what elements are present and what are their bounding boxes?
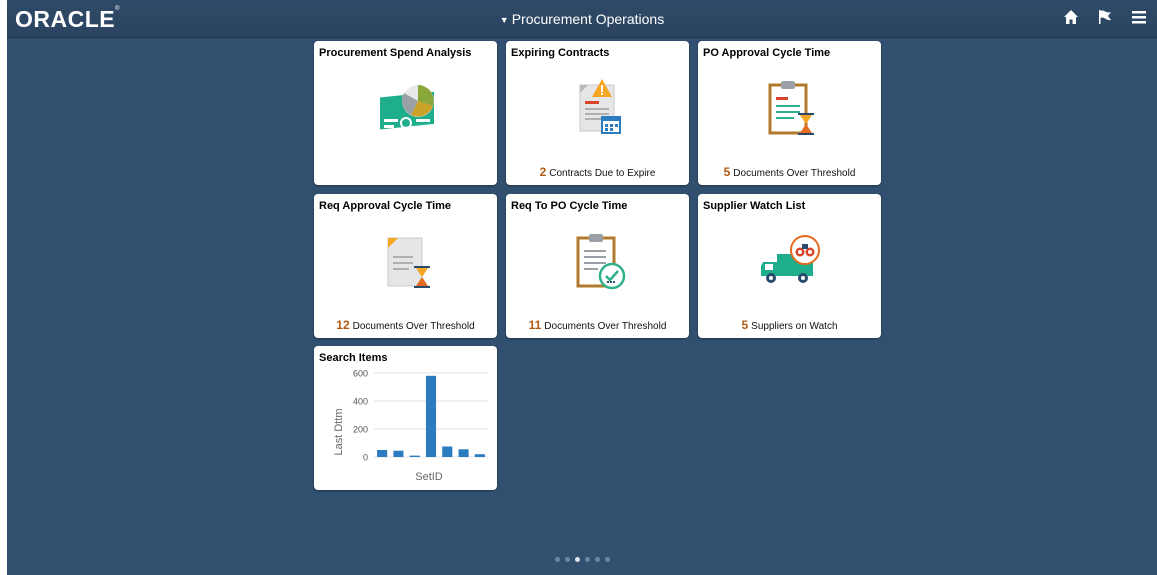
search-items-chart: 0 200 400 600 Last Dttm SetID: [314, 366, 497, 488]
clipboard-check-icon: [576, 234, 625, 290]
tile-title: Req To PO Cycle Time: [511, 200, 628, 212]
home-icon[interactable]: [1063, 9, 1079, 25]
chart-bar[interactable]: [425, 375, 437, 457]
tile-po-approval-cycle-time[interactable]: PO Approval Cycle Time 5 Documents Over T…: [698, 41, 881, 185]
tile-footer: 11 Documents Over Threshold: [528, 318, 667, 332]
page-dot[interactable]: [594, 557, 600, 562]
tile-count: 5: [741, 318, 749, 332]
tile-footer: 12 Documents Over Threshold: [336, 318, 475, 332]
chart-ytick-label: 200: [353, 425, 368, 435]
spend-chart-icon: [379, 85, 434, 130]
tile-title: Procurement Spend Analysis: [319, 47, 472, 59]
chart-bar[interactable]: [442, 446, 453, 458]
clipboard-hourglass-icon: [768, 81, 814, 135]
chart-bar[interactable]: [377, 450, 388, 457]
chart-bar[interactable]: [474, 454, 485, 457]
tile-title: PO Approval Cycle Time: [703, 47, 831, 59]
tile-count: 11: [528, 318, 542, 332]
caret-down-icon: ▼: [499, 15, 509, 25]
tile-footer: 2 Contracts Due to Expire: [539, 165, 656, 179]
chart-bar[interactable]: [458, 449, 469, 457]
header-bar: ORACLE® ▼ Procurement Operations: [7, 0, 1157, 38]
contract-warning-icon: [579, 79, 621, 134]
menu-icon[interactable]: [1131, 9, 1147, 25]
tile-title: Req Approval Cycle Time: [319, 200, 452, 212]
tile-count: 5: [723, 165, 731, 179]
truck-binoculars-icon: [760, 235, 820, 283]
tile-title: Supplier Watch List: [703, 200, 806, 212]
tile-req-to-po-cycle-time[interactable]: Req To PO Cycle Time 11 Documents Over Th…: [506, 194, 689, 338]
chart-xlabel: SetID: [415, 471, 443, 483]
tile-expiring-contracts[interactable]: Expiring Contracts 2 Contracts Due to Exp…: [506, 41, 689, 185]
page-dot[interactable]: [564, 557, 570, 562]
app-frame: ORACLE® ▼ Procurement Operations Procurem…: [7, 0, 1157, 575]
tile-title: Search Items: [319, 352, 388, 364]
chart-ytick-label: 0: [363, 453, 368, 463]
document-hourglass-icon: [387, 237, 430, 288]
chart-bar[interactable]: [393, 450, 404, 457]
tile-req-approval-cycle-time[interactable]: Req Approval Cycle Time 12 Documents Over…: [314, 194, 497, 338]
tile-footer: 5 Suppliers on Watch: [741, 318, 838, 332]
page-title[interactable]: ▼ Procurement Operations: [7, 11, 1157, 27]
tile-procurement-spend-analysis[interactable]: Procurement Spend Analysis: [314, 41, 497, 185]
page-dot[interactable]: [574, 557, 580, 562]
tile-count: 2: [539, 165, 547, 179]
chart-ytick-label: 600: [353, 369, 368, 379]
flag-icon[interactable]: [1097, 9, 1113, 25]
tile-search-items[interactable]: Search Items 0 200 400 600 Last Dttm SetID: [314, 346, 497, 490]
tile-count: 12: [336, 318, 350, 332]
page-dot[interactable]: [604, 557, 610, 562]
page-dot[interactable]: [554, 557, 560, 562]
page-dot[interactable]: [584, 557, 590, 562]
tile-footer: 5 Documents Over Threshold: [723, 165, 856, 179]
chart-ytick-label: 400: [353, 397, 368, 407]
tile-title: Expiring Contracts: [511, 47, 610, 59]
chart-bar[interactable]: [409, 455, 420, 457]
page-indicator[interactable]: [7, 557, 1157, 562]
tile-supplier-watch-list[interactable]: Supplier Watch List 5 Suppliers on Watch: [698, 194, 881, 338]
chart-ylabel: Last Dttm: [333, 408, 345, 455]
